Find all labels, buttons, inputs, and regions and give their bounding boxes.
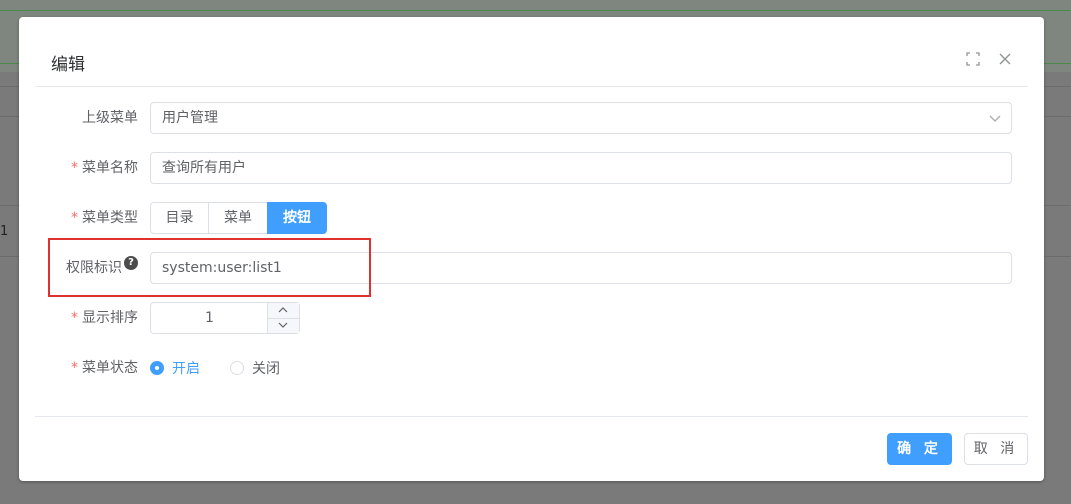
status-enabled-radio[interactable]: 开启 xyxy=(150,352,200,384)
parent-menu-label: 上级菜单 xyxy=(82,110,138,126)
menu-type-directory-button[interactable]: 目录 xyxy=(150,202,209,234)
parent-menu-select[interactable]: 用户管理 xyxy=(150,102,1012,134)
required-asterisk: * xyxy=(71,310,78,326)
sort-order-stepper[interactable]: 1 xyxy=(150,302,300,334)
footer-divider xyxy=(35,416,1028,417)
menu-type-menu-button[interactable]: 菜单 xyxy=(208,202,268,234)
form-row-menu-type: * 菜单类型 目录 菜单 按钮 xyxy=(19,202,1044,234)
form-row-sort-order: * 显示排序 1 xyxy=(19,302,1044,334)
status-disabled-label: 关闭 xyxy=(252,361,280,377)
form-row-menu-name: * 菜单名称 查询所有用户 xyxy=(19,152,1044,184)
menu-type-label: * 菜单类型 xyxy=(71,210,138,226)
form-row-menu-status: * 菜单状态 开启 关闭 xyxy=(19,352,1044,384)
sort-order-value[interactable]: 1 xyxy=(151,303,268,333)
increment-button[interactable] xyxy=(268,303,299,319)
menu-name-input[interactable]: 查询所有用户 xyxy=(150,152,1012,184)
decrement-button[interactable] xyxy=(268,318,299,333)
header-divider xyxy=(35,86,1028,87)
menu-type-button-button[interactable]: 按钮 xyxy=(267,202,327,234)
chevron-down-icon xyxy=(278,322,288,328)
menu-name-label: * 菜单名称 xyxy=(71,160,138,176)
close-icon[interactable] xyxy=(998,52,1014,68)
dialog-title: 编辑 xyxy=(51,55,85,75)
form-row-parent-menu: 上级菜单 用户管理 xyxy=(19,102,1044,134)
radio-unchecked-icon xyxy=(230,361,244,375)
background-cell-text: 1 xyxy=(0,224,9,239)
menu-status-label: * 菜单状态 xyxy=(71,360,138,376)
radio-checked-icon xyxy=(150,361,164,375)
permission-highlight-box xyxy=(48,238,371,297)
edit-dialog: 编辑 上级菜单 用户管理 * 菜单名称 查询所有用户 * 菜单类型 目录 菜单 按钮 xyxy=(19,17,1044,481)
menu-type-button-group: 目录 菜单 按钮 xyxy=(150,202,327,234)
fullscreen-icon[interactable] xyxy=(966,52,982,68)
chevron-up-icon xyxy=(278,307,288,313)
required-asterisk: * xyxy=(71,210,78,226)
status-disabled-radio[interactable]: 关闭 xyxy=(230,352,280,384)
stepper-controls xyxy=(267,303,299,333)
status-enabled-label: 开启 xyxy=(172,361,200,377)
parent-menu-value: 用户管理 xyxy=(162,110,218,126)
confirm-button[interactable]: 确 定 xyxy=(887,433,952,465)
sort-order-label: * 显示排序 xyxy=(71,310,138,326)
required-asterisk: * xyxy=(71,160,78,176)
chevron-down-icon xyxy=(989,115,1001,122)
required-asterisk: * xyxy=(71,360,78,376)
background-divider xyxy=(0,10,1071,11)
cancel-button[interactable]: 取 消 xyxy=(964,433,1028,465)
